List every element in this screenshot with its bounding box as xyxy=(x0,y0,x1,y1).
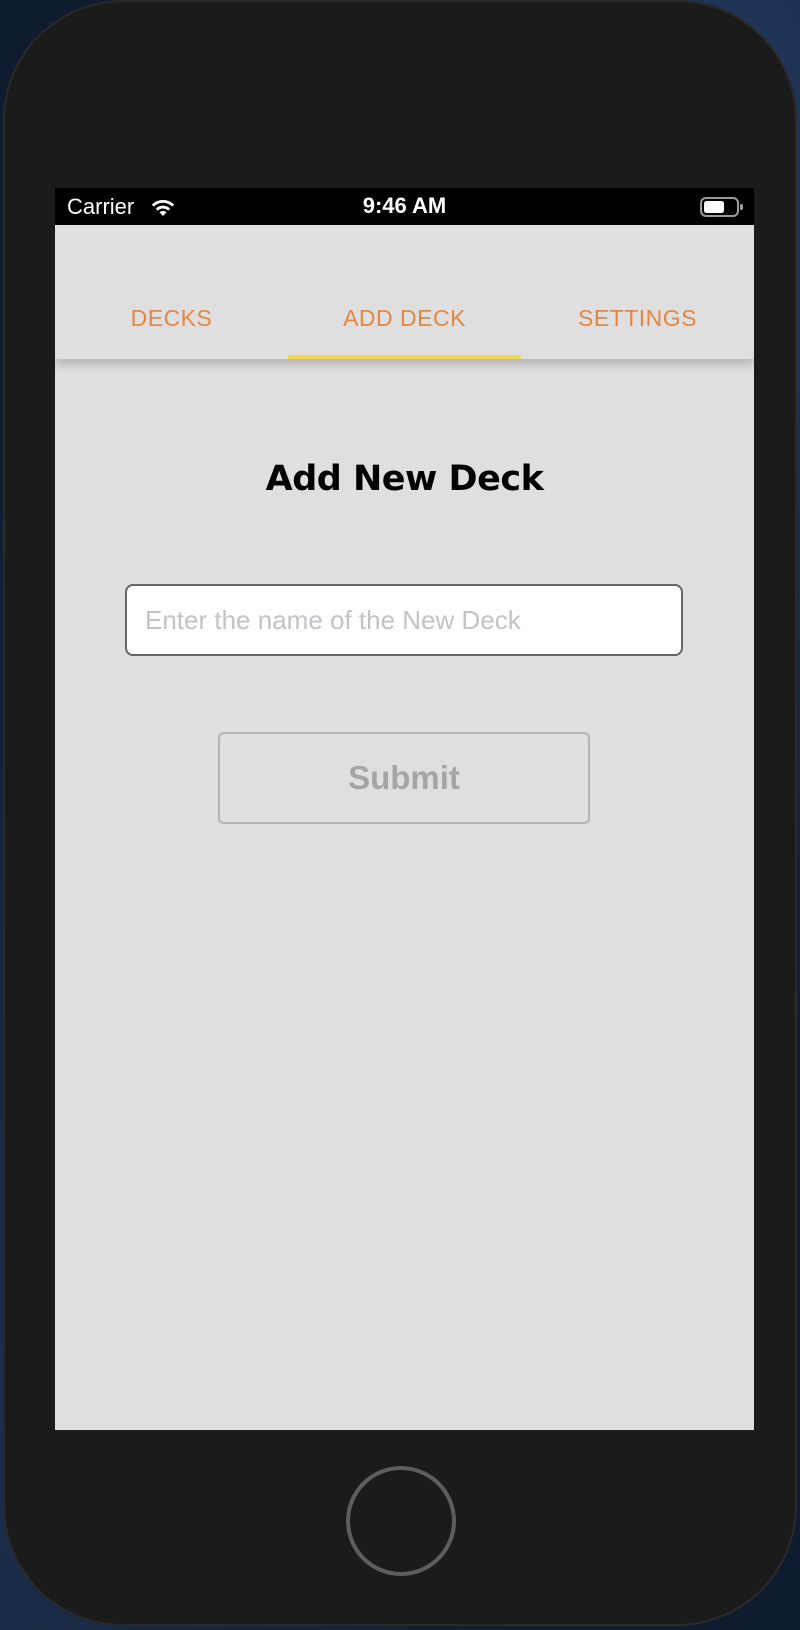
tab-add-deck-label: ADD DECK xyxy=(343,305,466,331)
status-bar: Carrier 9:46 AM xyxy=(55,188,754,225)
tab-decks[interactable]: DECKS xyxy=(55,225,288,359)
submit-button[interactable]: Submit xyxy=(218,732,590,824)
page-title: Add New Deck xyxy=(265,459,544,499)
active-tab-indicator xyxy=(288,355,521,359)
tab-decks-label: DECKS xyxy=(130,305,213,331)
deck-name-input[interactable] xyxy=(125,584,683,656)
top-tab-bar: DECKS ADD DECK SETTINGS xyxy=(55,225,754,359)
add-deck-content: Add New Deck Submit xyxy=(55,359,754,1430)
phone-frame: Carrier 9:46 AM DECKS ADD DECK SETTINGS xyxy=(3,0,797,1626)
status-time: 9:46 AM xyxy=(362,193,447,218)
app-screen: Carrier 9:46 AM DECKS ADD DECK SETTINGS xyxy=(55,188,754,1430)
battery-icon xyxy=(700,197,743,217)
tab-settings[interactable]: SETTINGS xyxy=(521,225,754,359)
tab-add-deck[interactable]: ADD DECK xyxy=(288,225,521,359)
tab-settings-label: SETTINGS xyxy=(577,305,697,331)
home-button[interactable] xyxy=(346,1466,456,1576)
